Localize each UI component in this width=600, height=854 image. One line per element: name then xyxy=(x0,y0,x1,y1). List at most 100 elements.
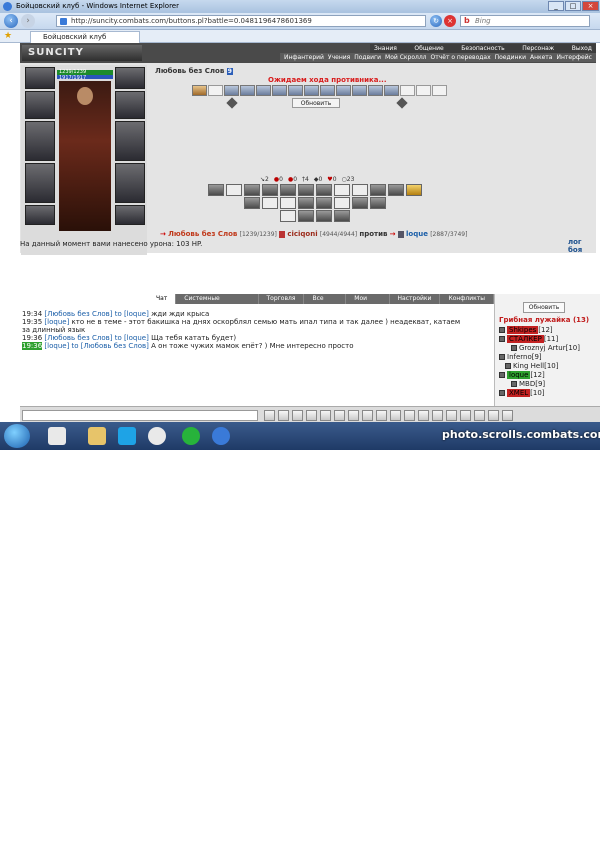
ability-icon[interactable] xyxy=(370,197,386,209)
folder-icon[interactable] xyxy=(88,427,106,445)
refresh-icon[interactable]: ↻ xyxy=(430,15,442,27)
scroll-icon[interactable] xyxy=(320,85,335,96)
close-button[interactable]: × xyxy=(582,1,599,11)
ie-taskbar-icon[interactable] xyxy=(212,427,230,445)
online-user[interactable]: King Hell[10] xyxy=(505,362,558,370)
tab-chat[interactable]: Чат xyxy=(148,294,177,304)
ability-icon[interactable] xyxy=(262,184,278,196)
submenu-item[interactable]: Поединки xyxy=(495,53,526,62)
refresh-online-button[interactable]: Обновить xyxy=(523,302,565,313)
chat-author[interactable]: [Любовь без Слов] xyxy=(44,310,112,318)
scroll-icon[interactable] xyxy=(384,85,399,96)
tab-my-logs[interactable]: Мои логи xyxy=(346,294,390,312)
online-user[interactable]: СТАЛКЕР [11] xyxy=(499,335,558,343)
menu-item-character[interactable]: Персонаж xyxy=(522,44,554,53)
ability-icon[interactable] xyxy=(316,197,332,209)
tab-all-logs[interactable]: Все логи xyxy=(304,294,347,312)
menu-item-communication[interactable]: Общение xyxy=(414,44,443,53)
tool-icon[interactable] xyxy=(460,410,471,421)
scroll-icon[interactable] xyxy=(304,85,319,96)
send-icon[interactable] xyxy=(264,410,275,421)
ability-icon[interactable] xyxy=(298,197,314,209)
tab-conflicts[interactable]: Конфликты xyxy=(440,294,495,304)
ability-icon[interactable] xyxy=(226,184,242,196)
online-user[interactable]: MBD[9] xyxy=(511,380,545,388)
skype-icon[interactable] xyxy=(118,427,136,445)
maximize-button[interactable]: □ xyxy=(565,1,581,11)
online-user[interactable]: Groznyj Artur[10] xyxy=(511,344,580,352)
chrome-icon[interactable] xyxy=(148,427,166,445)
menu-item-knowledge[interactable]: Знания xyxy=(374,44,397,53)
ability-icon[interactable] xyxy=(316,210,332,222)
chat-author[interactable]: [loque] xyxy=(44,342,69,350)
ability-icon[interactable] xyxy=(334,210,350,222)
address-bar[interactable]: http://suncity.combats.com/buttons.pl?ba… xyxy=(56,15,426,27)
minimize-button[interactable]: _ xyxy=(548,1,564,11)
tool-icon[interactable] xyxy=(404,410,415,421)
online-user[interactable]: XMEL [10] xyxy=(499,389,545,397)
scroll-icon[interactable] xyxy=(224,85,239,96)
scroll-icon[interactable] xyxy=(368,85,383,96)
scroll-icon[interactable] xyxy=(352,85,367,96)
ability-icon[interactable] xyxy=(262,197,278,209)
ability-icon[interactable] xyxy=(244,184,260,196)
tool-icon[interactable] xyxy=(278,410,289,421)
scroll-icon[interactable] xyxy=(272,85,287,96)
search-input[interactable]: b Bing xyxy=(460,15,590,27)
submenu-item[interactable]: Мой Скроллл xyxy=(385,53,426,62)
right-arrow-icon[interactable] xyxy=(396,97,408,109)
tab-trade[interactable]: Торговля xyxy=(259,294,305,304)
stop-icon[interactable]: × xyxy=(444,15,456,27)
ability-icon[interactable] xyxy=(334,184,350,196)
submenu-item[interactable]: Интерфейс xyxy=(556,53,591,62)
ability-icon[interactable] xyxy=(352,197,368,209)
submenu-item[interactable]: Анкета xyxy=(530,53,553,62)
online-user[interactable]: Inferno[9] xyxy=(499,353,542,361)
ring-slot[interactable] xyxy=(115,91,145,119)
gloves-slot[interactable] xyxy=(115,121,145,161)
tool-icon[interactable] xyxy=(362,410,373,421)
player-self-name[interactable]: Любовь без Слов xyxy=(168,230,237,238)
tool-icon[interactable] xyxy=(390,410,401,421)
tool-icon[interactable] xyxy=(292,410,303,421)
scroll-icon[interactable] xyxy=(256,85,271,96)
left-arrow-icon[interactable] xyxy=(226,97,238,109)
icq-icon[interactable] xyxy=(182,427,200,445)
chat-author[interactable]: [Любовь без Слов] xyxy=(44,334,112,342)
browser-tab[interactable]: Бойцовский клуб xyxy=(30,31,140,43)
chat-author[interactable]: [loque] xyxy=(44,318,69,326)
ability-icon[interactable] xyxy=(316,184,332,196)
boots-slot[interactable] xyxy=(115,205,145,225)
amulet-slot[interactable] xyxy=(25,91,55,119)
scroll-icon[interactable] xyxy=(336,85,351,96)
ability-icon[interactable] xyxy=(298,210,314,222)
menu-item-security[interactable]: Безопасность xyxy=(461,44,505,53)
tool-icon[interactable] xyxy=(502,410,513,421)
tool-icon[interactable] xyxy=(376,410,387,421)
scroll-icon[interactable] xyxy=(240,85,255,96)
tool-icon[interactable] xyxy=(334,410,345,421)
ability-icon[interactable] xyxy=(370,184,386,196)
ally-name[interactable]: ciciqoni xyxy=(287,230,317,238)
belt-slot[interactable] xyxy=(25,205,55,225)
tool-icon[interactable] xyxy=(320,410,331,421)
armor-slot[interactable] xyxy=(25,163,55,203)
submenu-item[interactable]: Учения xyxy=(328,53,350,62)
ability-icon[interactable] xyxy=(334,197,350,209)
tool-icon[interactable] xyxy=(418,410,429,421)
earring-slot[interactable] xyxy=(115,67,145,89)
tool-icon[interactable] xyxy=(446,410,457,421)
tool-icon[interactable] xyxy=(432,410,443,421)
ability-icon[interactable] xyxy=(388,184,404,196)
ability-icon[interactable] xyxy=(244,197,260,209)
tool-icon[interactable] xyxy=(474,410,485,421)
back-button[interactable]: ‹ xyxy=(4,14,18,28)
weapon-slot[interactable] xyxy=(25,121,55,161)
tool-icon[interactable] xyxy=(488,410,499,421)
favorites-star-icon[interactable]: ★ xyxy=(4,31,12,41)
scroll-icon[interactable] xyxy=(288,85,303,96)
online-user[interactable]: Shkipes [12] xyxy=(499,326,553,334)
submenu-item[interactable]: Инфантерий xyxy=(284,53,324,62)
shield-slot[interactable] xyxy=(115,163,145,203)
ability-icon[interactable] xyxy=(280,184,296,196)
